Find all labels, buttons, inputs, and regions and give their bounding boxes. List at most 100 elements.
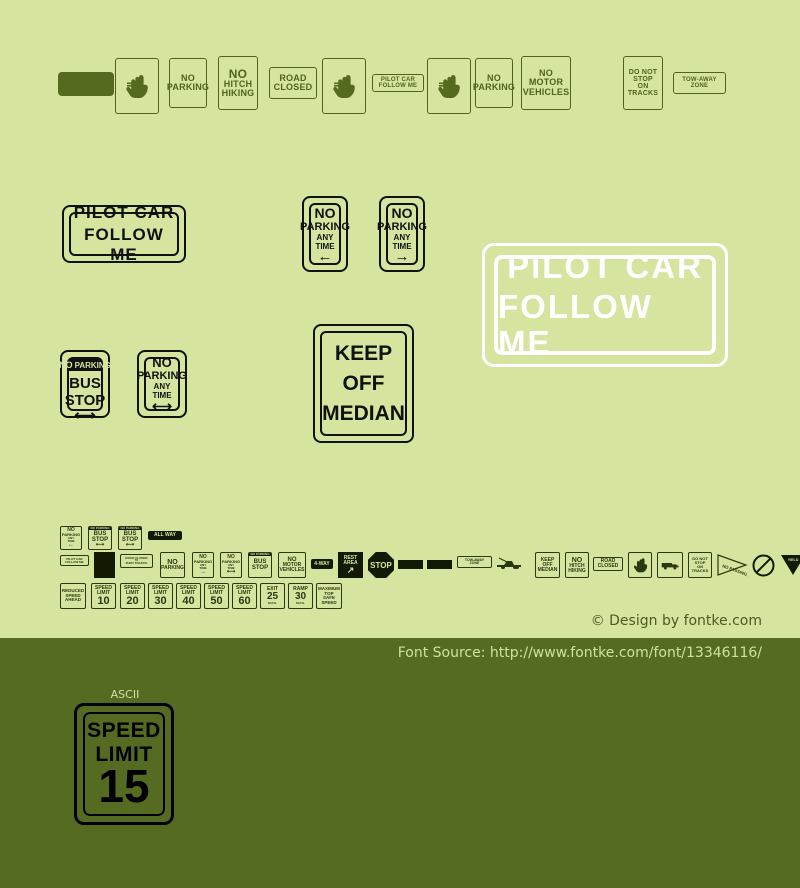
truck-icon <box>661 562 679 570</box>
mini-truck-icon-box <box>657 552 683 578</box>
sign-line: NO <box>391 205 413 221</box>
sign-line: PARKING <box>166 82 210 92</box>
sign-line: OFF <box>342 371 385 395</box>
sign-line: DO NOT <box>628 68 658 76</box>
mini-speed-limit-60: SPEED LIMIT 60 <box>232 583 257 609</box>
design-credit: © Design by fontke.com <box>590 613 762 629</box>
bus-stop-header: NO PARKING <box>89 527 111 530</box>
speed-value: 50 <box>210 594 223 607</box>
sign-line: PARKING <box>472 82 516 92</box>
speed-unit: M.P.H. <box>296 601 305 605</box>
sign-line: NO <box>250 552 255 556</box>
sign-line: 4-WAY <box>314 560 330 567</box>
bus-stop-header: NO PARKING <box>119 527 141 530</box>
mini-speed-limit-30: SPEED LIMIT 30 <box>148 583 173 609</box>
arrow-right-icon: → <box>394 248 410 265</box>
solid-bar-glyph <box>58 72 114 96</box>
sign-line: NO <box>59 360 73 370</box>
sign-line: ON <box>637 83 649 90</box>
sign-line: NO <box>314 205 336 221</box>
sign-line: PARKING <box>161 565 184 571</box>
arrow-right-icon: → <box>200 569 206 576</box>
sign-line: NO <box>90 526 95 530</box>
arrow-both-icon: ⟷ <box>95 542 105 548</box>
sign-line: FOLLOW ME <box>65 559 84 564</box>
sign-line: PARKING <box>377 221 427 233</box>
speed-value: 15 <box>98 760 150 813</box>
sign-line: PARKING <box>300 221 350 233</box>
mini-ramp-30-mph: RAMP 30 M.P.H. <box>288 583 313 609</box>
sample-pilot-car-follow-me: PILOT CAR FOLLOW ME <box>62 203 186 264</box>
mini-no-parking: NO PARKING <box>160 552 185 578</box>
arrow-up-right-icon: ↗ <box>346 564 355 575</box>
mini-keep-off-median-sign: KEEP OFF MEDIAN <box>535 552 560 578</box>
sign-line: FOLLOW ME <box>84 225 164 264</box>
mini-road-closed: ROAD CLOSED <box>593 557 623 571</box>
hand-icon <box>633 558 647 573</box>
sample-no-parking-bus-stop: NO PARKING BUS STOP ⟷ <box>59 350 111 423</box>
sample-no-parking-any-time-left: NO PARKING ANY TIME ← <box>300 196 350 272</box>
top-preview-row: NO PARKING NO HITCH HIKING ROAD CLOSED P… <box>58 56 748 114</box>
mini-no-passing-zone-pennant: NO PASSING ZONE <box>716 552 760 581</box>
mini-no-motor-vehicles: NO MOTOR VEHICLES <box>278 552 306 578</box>
sign-line: STOP <box>370 560 392 570</box>
hand-icon <box>115 58 159 114</box>
mini-4-way: 4-WAY <box>311 559 333 569</box>
mini-no-parking-any-time-3: NO PARKING ANY TIME ⟷ <box>220 552 242 578</box>
sign-line: PILOT CAR <box>73 203 175 222</box>
mini-yield-triangle: YIELD <box>780 553 800 577</box>
pilot-car-follow-me-sign: PILOT CAR FOLLOW ME <box>372 74 424 92</box>
mini-speed-limit-20: SPEED LIMIT 20 <box>120 583 145 609</box>
sign-line: CLOSED <box>273 82 313 92</box>
sign-line: PILOT CAR <box>507 247 703 285</box>
sign-line: VEHICLES <box>279 567 305 573</box>
mini-solid-block-2 <box>398 560 423 569</box>
font-specimen-page: NO PARKING NO HITCH HIKING ROAD CLOSED P… <box>0 0 800 888</box>
sign-line: NO <box>120 526 125 530</box>
ascii-speed-limit-sign: SPEED LIMIT 15 <box>74 703 174 825</box>
sign-line: NO <box>152 355 172 371</box>
mini-no-parking-any-time: NO PARKING ANY TIME ← <box>60 526 82 550</box>
do-not-stop-on-tracks-sign: DO NOT STOP ON TRACKS <box>623 56 663 110</box>
bus-stop-header: NO PARKING <box>249 553 271 556</box>
tow-away-zone-sign: TOW-AWAY ZONE <box>673 72 726 94</box>
sample-no-parking-any-time-both: NO PARKING ANY TIME ⟷ <box>137 350 187 418</box>
sample-no-parking-any-time-right: NO PARKING ANY TIME → <box>377 196 427 272</box>
mini-solid-block <box>94 552 115 578</box>
mini-no-hitch-hiking: NO HITCH HIKING <box>565 552 589 578</box>
road-closed-sign: ROAD CLOSED <box>269 67 317 99</box>
sign-line: MEDIAN <box>322 401 405 425</box>
sign-line: AHEAD <box>64 597 81 603</box>
glyph-grid: NO PARKING ANY TIME ← NO PARKING BUS STO… <box>58 526 800 618</box>
bus-stop-header: NO PARKING <box>59 359 111 371</box>
sign-line: ZONE <box>690 83 709 89</box>
arrow-left-icon: ← <box>317 248 333 265</box>
yield-label: YIELD <box>788 558 799 562</box>
hand-icon-3 <box>427 58 471 114</box>
mini-exit-25-mph: EXIT 25 M.P.H. <box>260 583 285 609</box>
arrow-both-icon: ⟷ <box>125 542 135 548</box>
speed-value: 60 <box>238 594 251 607</box>
speed-value: 20 <box>126 594 139 607</box>
arrow-both-icon: ⟷ <box>151 398 173 415</box>
speed-value: 40 <box>182 594 195 607</box>
sign-line: TRACKS <box>627 90 659 98</box>
no-motor-vehicles-sign: NO MOTOR VEHICLES <box>521 56 571 110</box>
mini-hand-icon-box <box>628 552 652 578</box>
mini-speed-limit-40: SPEED LIMIT 40 <box>176 583 201 609</box>
sign-line: FOLLOW ME <box>498 287 653 362</box>
mini-all-way: ALL WAY <box>148 531 182 540</box>
sign-line: PARKING <box>95 526 110 530</box>
sign-line: ANY <box>393 233 411 242</box>
sign-line: STOP <box>251 565 269 571</box>
arrow-left-icon: ← <box>68 542 74 549</box>
mini-tow-away-zone: TOW-AWAY ZONE <box>457 556 492 568</box>
no-parking-sign-2: NO PARKING <box>472 58 516 108</box>
mini-stop-octagon: STOP <box>368 552 394 578</box>
sign-line: SPEED <box>321 599 337 605</box>
sign-line: HIKING <box>221 88 255 99</box>
speed-value: 30 <box>154 594 167 607</box>
mini-speed-limit-10: SPEED LIMIT 10 <box>91 583 116 609</box>
arrow-both-icon: ⟷ <box>74 407 96 424</box>
sign-line: PARKING <box>125 526 140 530</box>
